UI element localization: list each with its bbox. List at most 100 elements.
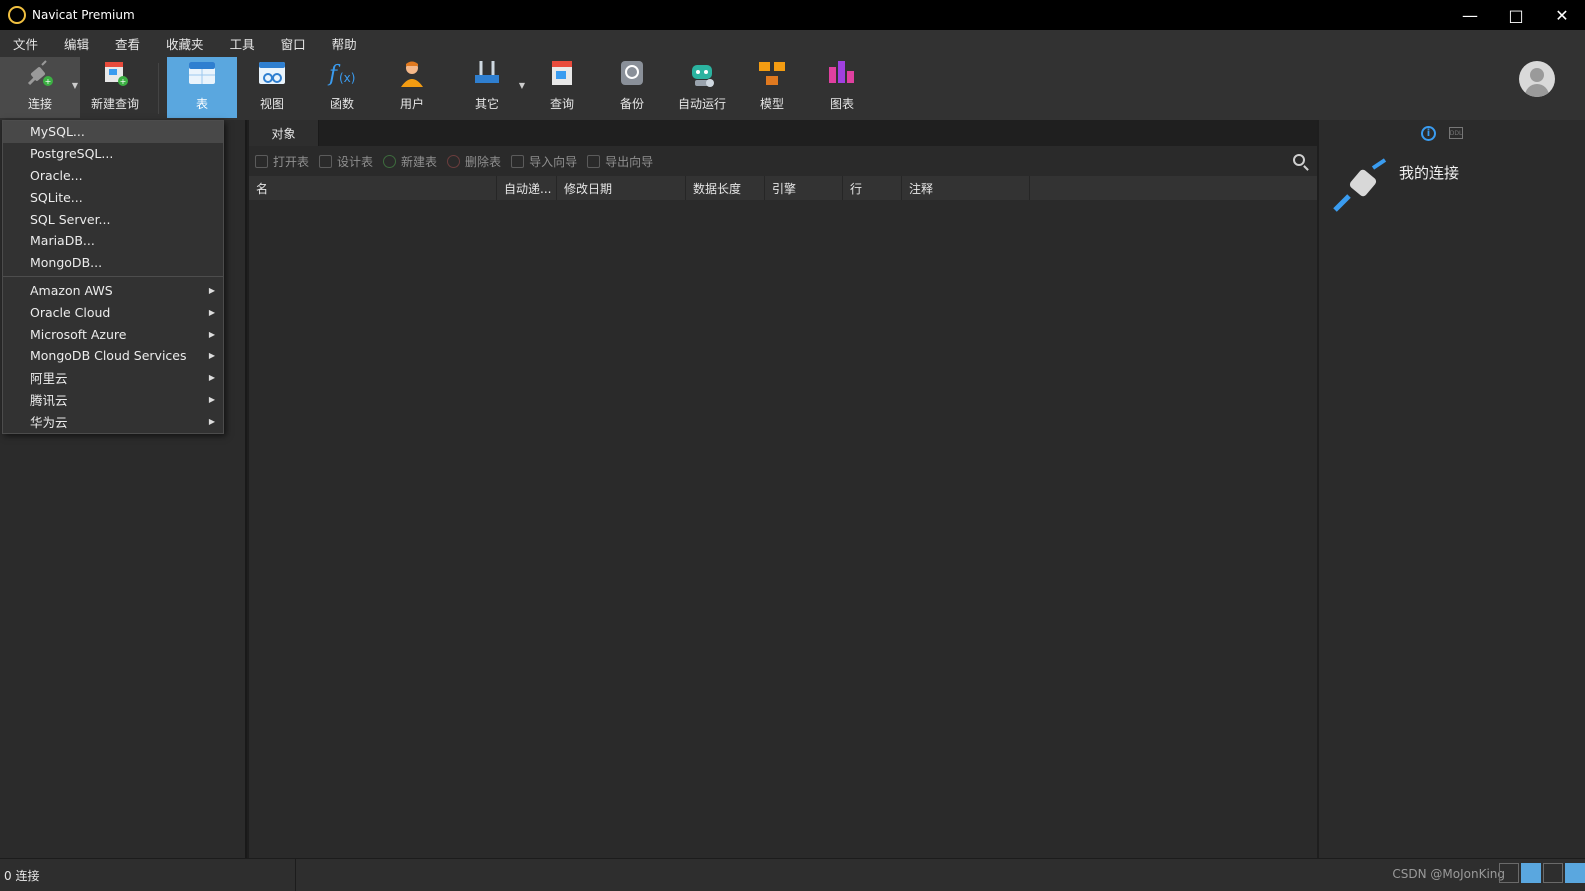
chevron-down-icon[interactable]: ▼: [519, 81, 525, 90]
column-header-engine[interactable]: 引擎: [765, 176, 843, 200]
close-icon[interactable]: ✕: [1539, 0, 1585, 30]
menu-item-postgresql[interactable]: PostgreSQL...: [3, 143, 223, 165]
list-view-icon[interactable]: [1521, 863, 1541, 883]
function-icon: f (x): [327, 62, 355, 87]
table-header: 名 自动递... 修改日期 数据长度 引擎 行 注释: [249, 176, 1317, 200]
plug-icon: [1333, 158, 1387, 212]
menu-item-oracle[interactable]: Oracle...: [3, 165, 223, 187]
backup-icon: [621, 61, 643, 85]
user-label: 用户: [399, 97, 424, 111]
table-button[interactable]: 表: [167, 57, 237, 118]
menu-item-tencent-cloud[interactable]: 腾讯云 ▶: [3, 389, 223, 411]
user-avatar[interactable]: [1519, 61, 1555, 97]
table-label: 表: [195, 97, 208, 111]
menu-item-label: Amazon AWS: [30, 282, 113, 298]
open-table-icon: [255, 154, 268, 168]
delete-table-button[interactable]: 删除表: [447, 153, 501, 170]
menu-item-amazon-aws[interactable]: Amazon AWS ▶: [3, 280, 223, 302]
window-controls: — □ ✕: [1447, 0, 1585, 30]
title-bar: Navicat Premium — □ ✕: [0, 0, 1585, 30]
menu-view[interactable]: 查看: [102, 34, 153, 53]
connect-label: 连接: [27, 97, 52, 111]
minimize-icon[interactable]: —: [1447, 0, 1493, 30]
info-icon[interactable]: i: [1421, 126, 1436, 141]
model-button[interactable]: 模型: [737, 57, 807, 118]
open-table-button[interactable]: 打开表: [255, 153, 309, 170]
menu-item-mariadb[interactable]: MariaDB...: [3, 230, 223, 252]
ddl-icon[interactable]: DDL: [1449, 127, 1463, 139]
tab-objects[interactable]: 对象: [249, 120, 319, 146]
query-button[interactable]: 查询: [527, 57, 597, 118]
menu-item-mongodb[interactable]: MongoDB...: [3, 252, 223, 274]
chevron-right-icon: ▶: [208, 416, 215, 426]
chart-button[interactable]: 图表: [807, 57, 877, 118]
view-icon: [259, 62, 285, 84]
export-wizard-button[interactable]: 导出向导: [587, 153, 653, 170]
svg-text:+: +: [120, 77, 127, 86]
maximize-icon[interactable]: □: [1493, 0, 1539, 30]
chevron-right-icon: ▶: [208, 394, 215, 404]
detail-view-icon[interactable]: [1543, 863, 1563, 883]
navicat-logo-icon: [8, 6, 26, 24]
delete-table-label: 删除表: [465, 154, 502, 169]
menu-item-microsoft-azure[interactable]: Microsoft Azure ▶: [3, 323, 223, 345]
new-query-button[interactable]: + 新建查询: [80, 57, 150, 118]
chevron-right-icon: ▶: [208, 307, 215, 317]
chevron-down-icon[interactable]: ▼: [72, 81, 78, 90]
backup-label: 备份: [619, 97, 644, 111]
new-table-button[interactable]: 新建表: [383, 153, 437, 170]
menu-window[interactable]: 窗口: [268, 34, 319, 53]
column-header-modified-date[interactable]: 修改日期: [557, 176, 686, 200]
menu-favorites[interactable]: 收藏夹: [153, 34, 217, 53]
new-table-label: 新建表: [401, 154, 438, 169]
chart-label: 图表: [829, 97, 854, 111]
column-header-rows[interactable]: 行: [843, 176, 902, 200]
other-button[interactable]: 其它 ▼: [447, 57, 527, 118]
view-mode-switcher: [1497, 863, 1585, 883]
menu-item-oracle-cloud[interactable]: Oracle Cloud ▶: [3, 301, 223, 323]
watermark: CSDN @MoJonKing: [1392, 867, 1505, 881]
design-table-button[interactable]: 设计表: [319, 153, 373, 170]
menu-item-sql-server[interactable]: SQL Server...: [3, 208, 223, 230]
toolbar-divider: [158, 63, 159, 114]
import-wizard-button[interactable]: 导入向导: [511, 153, 577, 170]
main-toolbar: + 连接 ▼ + 新建查询 表 视图 f (x) 函数 用户 其它 ▼ 查询 备…: [0, 57, 1585, 120]
menu-item-mysql[interactable]: MySQL...: [3, 121, 223, 143]
chevron-right-icon: ▶: [208, 329, 215, 339]
backup-button[interactable]: 备份: [597, 57, 667, 118]
chevron-right-icon: ▶: [208, 351, 215, 361]
column-header-auto-increment[interactable]: 自动递...: [497, 176, 557, 200]
info-pane-toggle-icon[interactable]: [1565, 863, 1585, 883]
menu-item-label: 腾讯云: [30, 392, 68, 408]
tab-bar: 对象: [249, 120, 1317, 146]
column-header-name[interactable]: 名: [249, 176, 497, 200]
menu-bar: 文件 编辑 查看 收藏夹 工具 窗口 帮助: [0, 30, 1585, 57]
user-icon: [401, 61, 423, 87]
pencil-icon: [319, 154, 333, 168]
automation-button[interactable]: 自动运行: [667, 57, 737, 118]
user-button[interactable]: 用户: [377, 57, 447, 118]
menu-item-label: 华为云: [30, 414, 68, 430]
menu-file[interactable]: 文件: [0, 34, 51, 53]
menu-tools[interactable]: 工具: [217, 34, 268, 53]
new-query-icon: +: [105, 62, 128, 86]
search-icon[interactable]: [1293, 154, 1305, 166]
connection-title: 我的连接: [1399, 164, 1460, 182]
grid-view-icon[interactable]: [1499, 863, 1519, 883]
column-header-data-length[interactable]: 数据长度: [686, 176, 765, 200]
menu-item-mongodb-cloud[interactable]: MongoDB Cloud Services ▶: [3, 345, 223, 367]
window-title: Navicat Premium: [32, 8, 135, 22]
menu-help[interactable]: 帮助: [319, 34, 370, 53]
chart-icon: [829, 61, 854, 83]
menu-item-label: Oracle Cloud: [30, 304, 111, 320]
view-button[interactable]: 视图: [237, 57, 307, 118]
connect-button[interactable]: + 连接 ▼: [0, 57, 80, 118]
column-header-comment[interactable]: 注释: [902, 176, 1030, 200]
menu-edit[interactable]: 编辑: [51, 34, 102, 53]
menu-item-huawei-cloud[interactable]: 华为云 ▶: [3, 410, 223, 432]
menu-item-aliyun[interactable]: 阿里云 ▶: [3, 367, 223, 389]
object-toolbar: 打开表 设计表 新建表 删除表 导入向导 导出向导: [249, 146, 1317, 176]
menu-item-sqlite[interactable]: SQLite...: [3, 186, 223, 208]
function-button[interactable]: f (x) 函数: [307, 57, 377, 118]
connection-count: 0 连接: [0, 859, 296, 891]
